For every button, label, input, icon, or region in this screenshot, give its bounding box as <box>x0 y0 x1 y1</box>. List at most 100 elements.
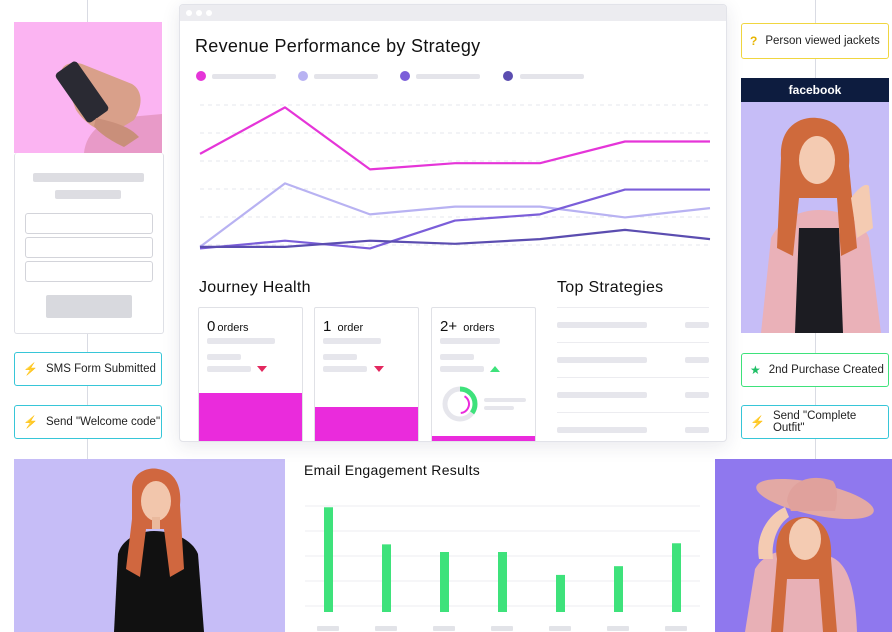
phone-hand-photo <box>14 22 162 153</box>
email-bar-6[interactable] <box>614 566 623 612</box>
dashboard-window: Revenue Performance by Strategy Journey … <box>179 4 727 442</box>
email-bar-label-placeholder-1 <box>317 626 339 631</box>
journey-card-1-line-1 <box>323 338 381 344</box>
journey-card-2-trend-up-icon <box>490 366 500 372</box>
journey-card-1-unit: order <box>337 322 364 334</box>
question-icon: ? <box>750 34 758 48</box>
legend-dot-series-3 <box>400 71 410 81</box>
legend-label-placeholder-1 <box>212 74 276 79</box>
form-subheading-placeholder <box>55 190 121 199</box>
email-bar-3[interactable] <box>440 552 449 612</box>
form-field-3[interactable] <box>25 261 153 282</box>
email-bar-label-placeholder-6 <box>607 626 629 631</box>
revenue-series-line-4[interactable] <box>200 228 711 248</box>
woman-black-dress-photo <box>14 459 285 632</box>
legend-dot-series-2 <box>298 71 308 81</box>
email-engagement-bar-chart <box>305 505 700 631</box>
sms-form-submitted-tag: ⚡ SMS Form Submitted <box>14 352 162 386</box>
lightning-icon: ⚡ <box>23 415 38 429</box>
top-strategy-name-1 <box>557 322 647 328</box>
journey-card-0-unit: orders <box>217 322 249 334</box>
email-bar-label-placeholder-5 <box>549 626 571 631</box>
journey-card-0-trend-down-icon <box>257 366 267 372</box>
revenue-series-line-3[interactable] <box>199 188 710 250</box>
window-dot-2[interactable] <box>196 10 202 16</box>
woman-illustration <box>114 468 204 632</box>
email-bar-4[interactable] <box>498 552 507 612</box>
email-bar-label-placeholder-2 <box>375 626 397 631</box>
lightning-icon: ⚡ <box>750 415 765 429</box>
legend-dot-series-4 <box>503 71 513 81</box>
journey-card-0-count: 0 <box>207 318 216 335</box>
top-strategy-name-4 <box>557 427 647 433</box>
journey-card-2-donut-label-2 <box>484 406 514 410</box>
journey-card-1-line-2 <box>323 354 357 360</box>
top-strategy-row-4[interactable] <box>557 412 709 441</box>
email-bar-2[interactable] <box>382 544 391 612</box>
second-purchase-created-label: 2nd Purchase Created <box>768 364 884 376</box>
window-dot-1[interactable] <box>186 10 192 16</box>
send-welcome-code-tag: ⚡ Send "Welcome code" <box>14 405 162 439</box>
send-complete-outfit-tag: ⚡ Send "Complete Outfit" <box>741 405 889 439</box>
star-icon: ★ <box>750 363 761 377</box>
journey-card-1-title: 1 order <box>323 318 363 335</box>
lightning-icon: ⚡ <box>23 362 38 376</box>
sms-form-submitted-label: SMS Form Submitted <box>45 363 156 375</box>
journey-card-2-count: 2+ <box>440 318 458 335</box>
journey-card-0-line-1 <box>207 338 275 344</box>
top-strategies-title: Top Strategies <box>557 279 664 296</box>
woman-pink-jacket-photo: facebook <box>741 78 889 333</box>
form-field-2[interactable] <box>25 237 153 258</box>
form-field-1[interactable] <box>25 213 153 234</box>
journey-card-2-line-2 <box>440 354 474 360</box>
email-bar-label-placeholder-3 <box>433 626 455 631</box>
form-heading-placeholder <box>33 173 144 182</box>
revenue-series-line-1[interactable] <box>199 106 710 171</box>
journey-card-0-title: 0 orders <box>207 318 249 335</box>
email-bar-label-placeholder-4 <box>491 626 513 631</box>
journey-card-2-donut-label-1 <box>484 398 526 402</box>
journey-card-1-bar <box>315 406 418 441</box>
top-strategy-row-2[interactable] <box>557 342 709 373</box>
journey-card-0-line-2 <box>207 354 241 360</box>
journey-card-0-orders[interactable]: 0 orders <box>198 307 303 441</box>
top-strategy-value-1 <box>685 322 709 328</box>
email-bar-7[interactable] <box>672 543 681 612</box>
send-welcome-code-label: Send "Welcome code" <box>45 416 161 428</box>
phone-hand-illustration <box>55 61 162 153</box>
revenue-line-chart <box>199 104 711 250</box>
person-viewed-jackets-label: Person viewed jackets <box>765 35 880 47</box>
revenue-series-line-2[interactable] <box>199 182 711 248</box>
top-strategy-value-2 <box>685 357 709 363</box>
donut-inner-ring <box>450 394 470 414</box>
hat-woman-illustration <box>745 477 874 632</box>
window-titlebar <box>180 5 726 21</box>
legend-label-placeholder-3 <box>416 74 480 79</box>
legend-label-placeholder-4 <box>520 74 584 79</box>
journey-card-2-line-1 <box>440 338 500 344</box>
journey-card-0-bar <box>199 392 302 441</box>
email-bar-5[interactable] <box>556 574 565 612</box>
window-dot-3[interactable] <box>206 10 212 16</box>
form-submit-button[interactable] <box>46 295 132 318</box>
email-engagement-title: Email Engagement Results <box>304 462 481 478</box>
journey-card-0-line-3 <box>207 366 251 372</box>
journey-card-1-trend-down-icon <box>374 366 384 372</box>
second-purchase-created-tag: ★ 2nd Purchase Created <box>741 353 889 387</box>
journey-card-1-count: 1 <box>323 318 332 335</box>
journey-card-2-orders[interactable]: 2+ orders <box>431 307 536 441</box>
top-strategy-value-4 <box>685 427 709 433</box>
send-complete-outfit-label: Send "Complete Outfit" <box>772 410 857 434</box>
journey-card-1-order[interactable]: 1 order <box>314 307 419 441</box>
journey-card-2-donut <box>442 386 478 422</box>
top-strategy-name-2 <box>557 357 647 363</box>
journey-card-2-line-3 <box>440 366 484 372</box>
email-bar-1[interactable] <box>324 507 333 612</box>
top-strategy-row-3[interactable] <box>557 377 709 408</box>
signup-form-card <box>14 153 164 334</box>
top-strategy-row-1[interactable] <box>557 307 709 338</box>
journey-card-2-title: 2+ orders <box>440 318 494 335</box>
legend-dot-series-1 <box>196 71 206 81</box>
email-bar-label-placeholder-7 <box>665 626 687 631</box>
top-strategy-value-3 <box>685 392 709 398</box>
